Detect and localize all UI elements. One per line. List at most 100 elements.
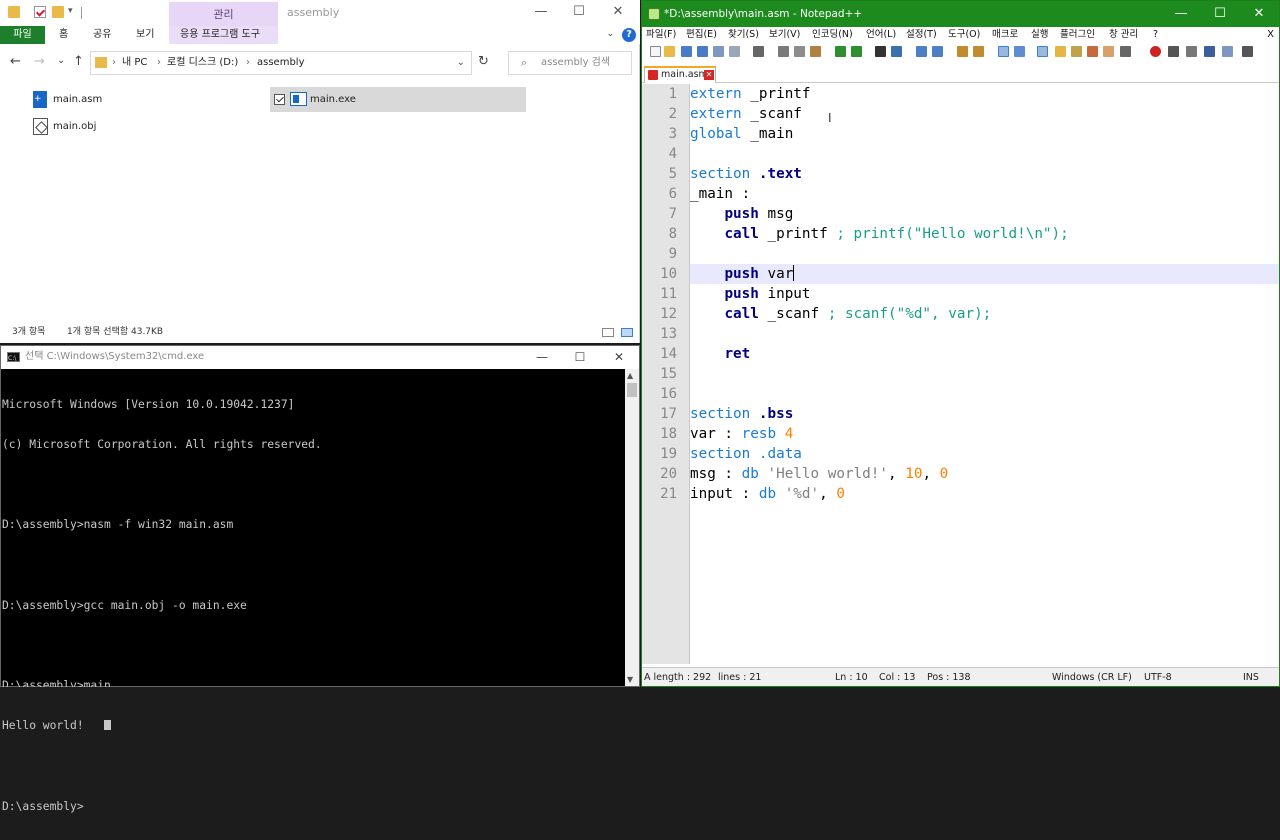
code-line[interactable]: call _scanf ; scanf("%d", var); <box>690 304 1279 324</box>
zoom-out-icon[interactable] <box>932 46 943 57</box>
monitoring-icon[interactable] <box>1120 46 1131 57</box>
menu-view[interactable]: 보기(V) <box>769 27 800 43</box>
code-line[interactable]: push msg <box>690 204 1279 224</box>
stop-recording-icon[interactable] <box>1168 46 1179 57</box>
menu-run[interactable]: 실행 <box>1031 27 1048 43</box>
code-line[interactable]: section .text <box>690 164 1279 184</box>
code-line[interactable] <box>690 144 1279 164</box>
details-view-icon[interactable] <box>602 328 614 337</box>
selection-checkbox[interactable] <box>274 94 285 105</box>
recent-locations-icon[interactable]: ⌄ <box>57 55 65 66</box>
close-button[interactable]: ✕ <box>1239 6 1279 22</box>
code-editor[interactable]: extern _printf extern _scanf global _main s… <box>690 84 1279 664</box>
code-line[interactable]: _main : <box>690 184 1279 204</box>
find-icon[interactable] <box>875 46 886 57</box>
ribbon-tab-share[interactable]: 공유 <box>93 26 111 44</box>
scrollbar-thumb[interactable] <box>627 383 637 397</box>
code-line[interactable]: var : resb 4 <box>690 424 1279 444</box>
close-all-icon[interactable] <box>729 46 740 57</box>
menu-language[interactable]: 언어(L) <box>866 27 896 43</box>
status-encoding[interactable]: UTF-8 <box>1144 668 1172 687</box>
document-map-icon[interactable] <box>1071 46 1082 57</box>
code-line[interactable]: section .bss <box>690 404 1279 424</box>
properties-icon[interactable] <box>34 6 46 18</box>
new-folder-icon[interactable] <box>52 6 64 18</box>
breadcrumb-local-disk[interactable]: 로컬 디스크 (D:) <box>167 52 238 74</box>
menu-help[interactable]: ? <box>1153 27 1158 43</box>
folder-icon[interactable] <box>8 6 20 18</box>
undo-icon[interactable] <box>835 46 846 57</box>
file-item-main-exe[interactable]: main.exe <box>270 87 526 112</box>
record-macro-icon[interactable] <box>1150 46 1161 57</box>
code-line[interactable]: call _printf ; printf("Hello world!\n"); <box>690 224 1279 244</box>
user-defined-language-icon[interactable] <box>1055 46 1066 57</box>
address-bar[interactable]: › 내 PC › 로컬 디스크 (D:) › assembly ⌄ <box>90 51 472 75</box>
code-line[interactable]: push var <box>690 264 1279 284</box>
open-file-icon[interactable] <box>664 46 675 57</box>
code-line[interactable] <box>690 324 1279 344</box>
maximize-button[interactable]: ☐ <box>560 349 600 365</box>
paste-icon[interactable] <box>810 46 821 57</box>
save-macro-icon[interactable] <box>1222 46 1233 57</box>
save-all-icon[interactable] <box>697 46 708 57</box>
minimize-button[interactable]: — <box>521 4 561 20</box>
menu-search[interactable]: 찾기(S) <box>728 27 759 43</box>
code-line[interactable] <box>690 384 1279 404</box>
breadcrumb-assembly[interactable]: assembly <box>257 52 305 74</box>
tab-main-asm[interactable]: main.asm ✕ <box>644 66 716 83</box>
print-icon[interactable] <box>753 46 764 57</box>
vertical-scrollbar[interactable]: ▲ ▼ <box>625 369 639 686</box>
redo-icon[interactable] <box>851 46 862 57</box>
ribbon-tab-view[interactable]: 보기 <box>136 26 154 44</box>
copy-icon[interactable] <box>794 46 805 57</box>
close-icon[interactable] <box>713 46 724 57</box>
ribbon-expand-icon[interactable]: ⌄ <box>606 29 614 39</box>
menu-file[interactable]: 파일(F) <box>646 27 676 43</box>
run-macro-multiple-icon[interactable] <box>1204 46 1215 57</box>
code-line[interactable]: input : db '%d', 0 <box>690 484 1279 504</box>
word-wrap-icon[interactable] <box>998 46 1009 57</box>
playback-icon[interactable] <box>1186 46 1197 57</box>
code-line[interactable] <box>690 364 1279 384</box>
forward-arrow-icon[interactable]: → <box>34 54 45 69</box>
new-file-icon[interactable] <box>650 46 661 57</box>
close-button[interactable]: ✕ <box>598 4 638 20</box>
code-line[interactable]: push input <box>690 284 1279 304</box>
menu-encoding[interactable]: 인코딩(N) <box>812 27 853 43</box>
menu-macro[interactable]: 매크로 <box>992 27 1018 43</box>
menu-window[interactable]: 창 관리 <box>1109 27 1138 43</box>
code-line[interactable]: extern _printf <box>690 84 1279 104</box>
function-list-icon[interactable] <box>1087 46 1098 57</box>
minimize-button[interactable]: — <box>522 349 562 365</box>
status-insert-mode[interactable]: INS <box>1243 668 1259 687</box>
menu-settings[interactable]: 설정(T) <box>906 27 937 43</box>
search-input[interactable]: ⌕ assembly 검색 <box>508 51 632 75</box>
menu-plugins[interactable]: 플러그인 <box>1060 27 1095 43</box>
console-output[interactable]: Microsoft Windows [Version 10.0.19042.12… <box>1 369 625 813</box>
show-all-chars-icon[interactable] <box>1014 46 1025 57</box>
replace-icon[interactable] <box>891 46 902 57</box>
help-icon[interactable]: ? <box>622 28 636 42</box>
spell-check-icon[interactable] <box>1242 46 1253 57</box>
refresh-icon[interactable]: ↻ <box>478 54 489 69</box>
folder-as-workspace-icon[interactable] <box>1103 46 1114 57</box>
code-line[interactable]: global _main <box>690 124 1279 144</box>
indent-guide-icon[interactable] <box>1037 46 1048 57</box>
menu-tools[interactable]: 도구(O) <box>948 27 980 43</box>
context-tab-manage[interactable]: 관리 <box>169 2 278 26</box>
ribbon-tab-home[interactable]: 홈 <box>59 26 68 44</box>
code-line[interactable]: ret <box>690 344 1279 364</box>
sync-horizontal-icon[interactable] <box>973 46 984 57</box>
status-eol[interactable]: Windows (CR LF) <box>1052 668 1132 687</box>
cut-icon[interactable] <box>778 46 789 57</box>
sync-vertical-icon[interactable] <box>957 46 968 57</box>
breadcrumb-this-pc[interactable]: 내 PC <box>122 52 147 74</box>
scroll-down-icon[interactable]: ▼ <box>627 675 633 684</box>
back-arrow-icon[interactable]: ← <box>10 54 21 69</box>
close-button[interactable]: ✕ <box>599 349 639 365</box>
save-icon[interactable] <box>681 46 692 57</box>
scroll-up-icon[interactable]: ▲ <box>627 371 633 380</box>
quick-access-dropdown-icon[interactable]: ▾ <box>68 6 73 16</box>
code-line[interactable]: msg : db 'Hello world!', 10, 0 <box>690 464 1279 484</box>
zoom-in-icon[interactable] <box>916 46 927 57</box>
